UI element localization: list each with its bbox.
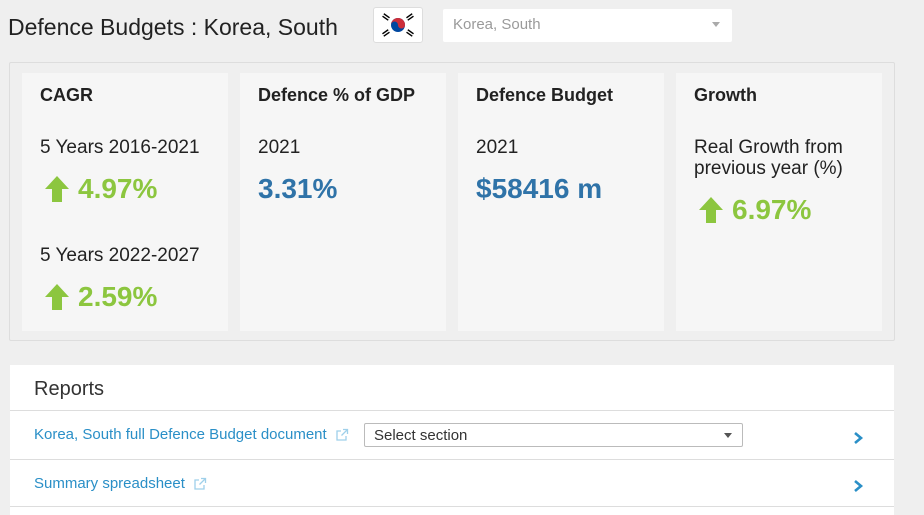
reports-title: Reports [34,378,105,400]
report-link-label: Korea, South full Defence Budget documen… [34,426,327,443]
page-title: Defence Budgets : Korea, South [8,14,338,40]
budget-card: Defence Budget 2021 $58416 m [458,73,664,331]
cagr-value-1: 4.97% [78,173,158,204]
up-arrow-icon [699,197,723,223]
gdp-title: Defence % of GDP [258,85,416,105]
summary-spreadsheet-link[interactable]: Summary spreadsheet [34,475,207,492]
section-select[interactable]: Select section [364,423,743,447]
external-link-icon [194,477,207,490]
up-arrow-icon [45,284,69,310]
south-korea-flag-icon [373,7,423,43]
reports-panel: Reports Korea, South full Defence Budget… [10,365,894,515]
up-arrow-icon [45,176,69,202]
cagr-value-2: 2.59% [78,281,158,312]
external-link-icon [336,428,348,441]
divider [10,410,894,411]
gdp-year: 2021 [258,137,301,158]
growth-value-row: 6.97% [698,194,811,226]
chevron-down-icon [724,433,732,438]
country-select-value: Korea, South [453,16,541,33]
gdp-value: 3.31% [258,173,338,204]
cagr-title: CAGR [40,85,93,105]
page-header: Defence Budgets : Korea, South Korea, So… [0,0,924,62]
full-budget-document-link[interactable]: Korea, South full Defence Budget documen… [34,426,349,443]
chevron-right-icon[interactable] [851,430,865,446]
cagr-card: CAGR 5 Years 2016-2021 4.97% 5 Years 202… [22,73,228,331]
growth-subtitle: Real Growth from previous year (%) [694,137,843,179]
budget-year: 2021 [476,137,519,158]
cagr-period-2: 5 Years 2022-2027 [40,245,200,266]
divider [10,459,894,460]
growth-value: 6.97% [732,194,812,225]
country-select[interactable]: Korea, South [443,9,732,42]
report-link-label: Summary spreadsheet [34,475,185,492]
chevron-down-icon [712,22,720,27]
divider [10,506,894,507]
budget-title: Defence Budget [476,85,614,105]
gdp-card: Defence % of GDP 2021 3.31% [240,73,446,331]
growth-title: Growth [694,85,757,105]
cagr-value-1-row: 4.97% [44,173,157,205]
cagr-value-2-row: 2.59% [44,281,157,313]
cagr-period-1: 5 Years 2016-2021 [40,137,200,158]
section-select-value: Select section [374,427,468,444]
growth-card: Growth Real Growth from previous year (%… [676,73,882,331]
chevron-right-icon[interactable] [851,478,865,494]
stats-panel: CAGR 5 Years 2016-2021 4.97% 5 Years 202… [9,62,895,341]
budget-value: $58416 m [476,173,603,204]
